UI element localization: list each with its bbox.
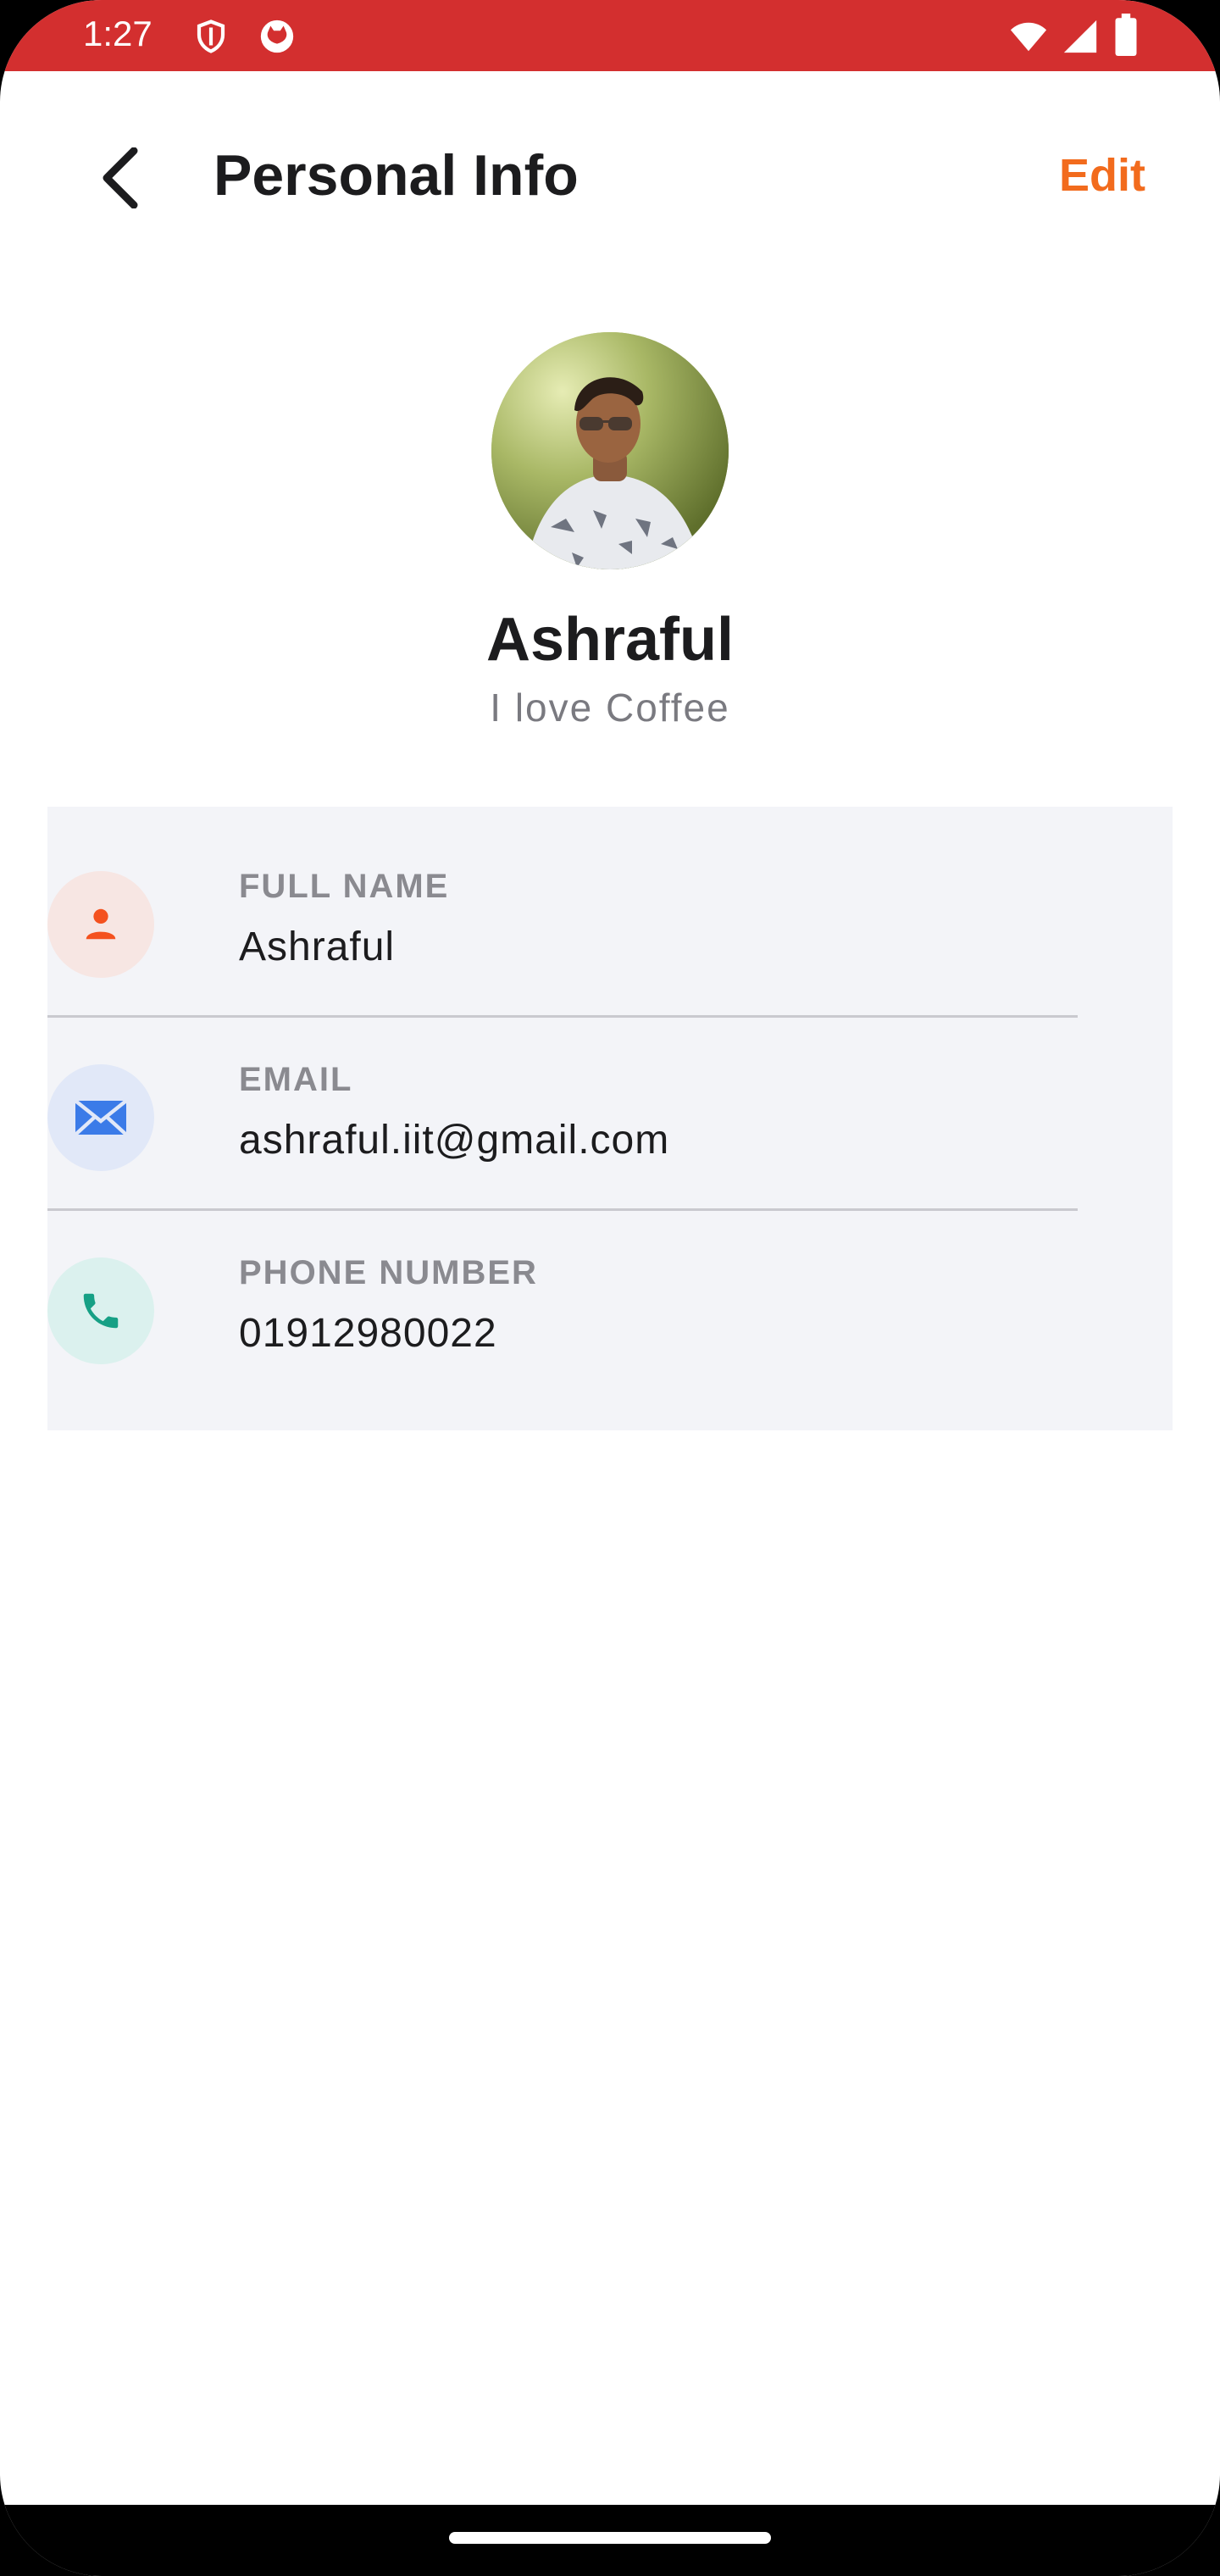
wifi-icon bbox=[1010, 22, 1047, 52]
email-label: EMAIL bbox=[239, 1061, 353, 1098]
phone-label: PHONE NUMBER bbox=[239, 1254, 538, 1291]
app-screen: 1:27 Personal Info Edit Ashraful I love … bbox=[0, 0, 1220, 2576]
phone-icon bbox=[83, 1293, 119, 1329]
email-value: ashraful.iit@gmail.com bbox=[239, 1118, 670, 1163]
shield-icon bbox=[197, 19, 225, 53]
phone-icon-badge bbox=[47, 1257, 154, 1364]
info-row-phone[interactable]: PHONE NUMBER 01912980022 bbox=[47, 1193, 1078, 1386]
avatar[interactable] bbox=[491, 332, 729, 569]
person-icon-badge bbox=[47, 871, 154, 978]
profile-name: Ashraful bbox=[485, 606, 735, 674]
full-name-label: FULL NAME bbox=[239, 868, 450, 905]
edit-button[interactable]: Edit bbox=[1059, 149, 1145, 202]
status-bar: 1:27 bbox=[0, 0, 1220, 71]
home-indicator[interactable] bbox=[449, 2532, 771, 2544]
full-name-value: Ashraful bbox=[239, 924, 396, 969]
page-title: Personal Info bbox=[214, 143, 579, 208]
back-button[interactable] bbox=[93, 144, 144, 212]
battery-icon bbox=[1115, 14, 1137, 56]
profile-bio: I love Coffee bbox=[490, 686, 730, 730]
mail-icon bbox=[74, 1099, 128, 1136]
mail-icon-badge bbox=[47, 1064, 154, 1171]
person-icon bbox=[86, 908, 116, 940]
signal-icon bbox=[1063, 19, 1097, 53]
avatar-photo bbox=[491, 332, 729, 569]
back-arrow-icon bbox=[103, 147, 138, 208]
info-row-full-name[interactable]: FULL NAME Ashraful bbox=[47, 807, 1078, 1000]
cat-icon bbox=[260, 19, 294, 53]
phone-value: 01912980022 bbox=[239, 1311, 497, 1356]
info-row-email[interactable]: EMAIL ashraful.iit@gmail.com bbox=[47, 1000, 1078, 1193]
status-time: 1:27 bbox=[83, 14, 152, 53]
